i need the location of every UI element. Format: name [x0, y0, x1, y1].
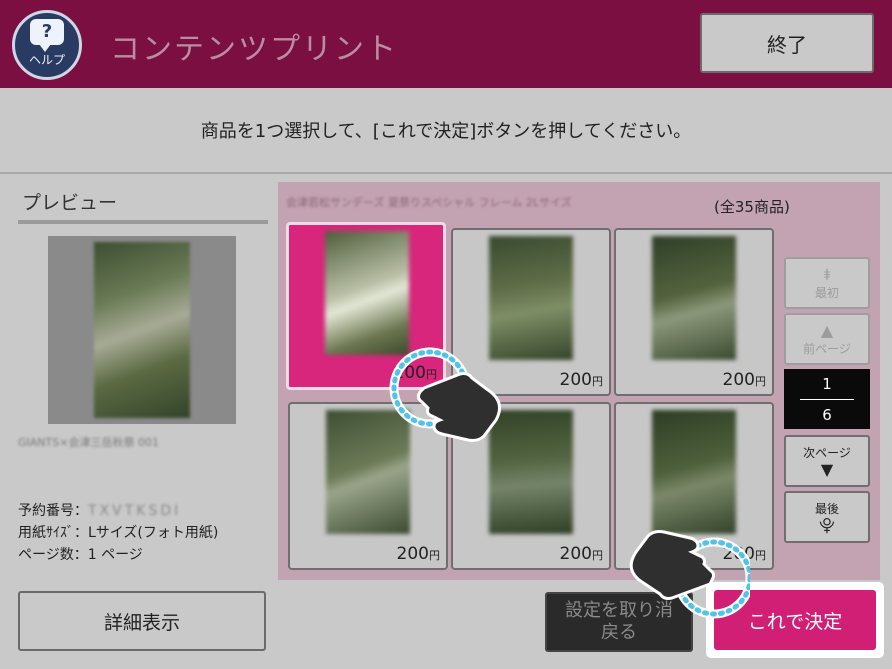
- product-thumbnail: [652, 410, 736, 534]
- product-thumbnail: [652, 236, 736, 360]
- chat-bubble-question-icon: ?: [30, 18, 64, 52]
- instruction-text: 商品を1つ選択して、[これで決定]ボタンを押してください。: [0, 88, 892, 174]
- product-thumbnail: [325, 231, 409, 355]
- tap-hand-icon: [389, 347, 502, 442]
- preview-title: プレビュー: [18, 188, 268, 224]
- triangle-down-icon: ▼: [820, 459, 834, 479]
- end-button[interactable]: 終了: [700, 13, 874, 73]
- reservation-label: 予約番号：: [18, 503, 88, 519]
- next-page-label: 次ページ: [803, 445, 851, 460]
- preview-image-frame: [48, 236, 236, 424]
- help-glyph: ?: [41, 21, 53, 42]
- paper-size-value: Lサイズ(フォト用紙): [88, 525, 219, 541]
- page-count-value: 1 ページ: [87, 547, 143, 563]
- preview-photo: [94, 242, 190, 418]
- last-page-button[interactable]: 最後 ⯓: [784, 491, 870, 543]
- prev-page-button[interactable]: ▲ 前ページ: [784, 313, 870, 365]
- product-count: (全35商品): [714, 198, 790, 216]
- paper-size-label: 用紙ｻｲｽﾞ：: [18, 525, 88, 541]
- first-page-icon: ⯒: [823, 264, 831, 284]
- total-pages: 6: [822, 405, 832, 424]
- last-page-label: 最後: [814, 501, 839, 516]
- prev-page-label: 前ページ: [803, 341, 851, 356]
- page-count-row: ページ数：1 ページ: [18, 544, 218, 566]
- paper-size-row: 用紙ｻｲｽﾞ：Lサイズ(フォト用紙): [18, 522, 218, 544]
- product-card[interactable]: 200円: [614, 228, 774, 396]
- product-price: 200円: [559, 370, 603, 390]
- product-thumbnail: [489, 236, 573, 360]
- next-page-button[interactable]: 次ページ ▼: [784, 435, 870, 487]
- help-button[interactable]: ? ヘルプ: [12, 10, 82, 80]
- page-divider: [800, 398, 854, 400]
- first-page-label: 最初: [814, 285, 839, 300]
- tap-hand-icon: [629, 530, 750, 619]
- order-info: 予約番号：TXVTKSDI 用紙ｻｲｽﾞ：Lサイズ(フォト用紙) ページ数：1 …: [18, 500, 218, 566]
- product-price: 200円: [722, 370, 766, 390]
- product-price: 200円: [396, 544, 440, 564]
- first-page-button[interactable]: ⯒ 最初: [784, 257, 870, 309]
- help-label: ヘルプ: [28, 52, 65, 67]
- current-page: 1: [822, 374, 832, 393]
- product-price: 200円: [559, 544, 603, 564]
- page-title: コンテンツプリント: [110, 32, 398, 67]
- triangle-up-icon: ▲: [820, 320, 834, 340]
- last-page-icon: ⯓: [819, 515, 835, 535]
- page-count-label: ページ数：: [18, 547, 88, 563]
- grid-heading: 会津若松サンデーズ 夏祭りスペシャル フレーム 2Lサイズ: [286, 196, 572, 209]
- preview-caption: GIANTS×会津三岳秋祭 001: [18, 436, 159, 449]
- page-indicator: 1 6: [784, 369, 870, 429]
- reservation-row: 予約番号：TXVTKSDI: [18, 500, 218, 522]
- header-bar: ? ヘルプ コンテンツプリント 終了: [0, 0, 892, 88]
- detail-button[interactable]: 詳細表示: [18, 591, 266, 651]
- reservation-value: TXVTKSDI: [88, 503, 182, 519]
